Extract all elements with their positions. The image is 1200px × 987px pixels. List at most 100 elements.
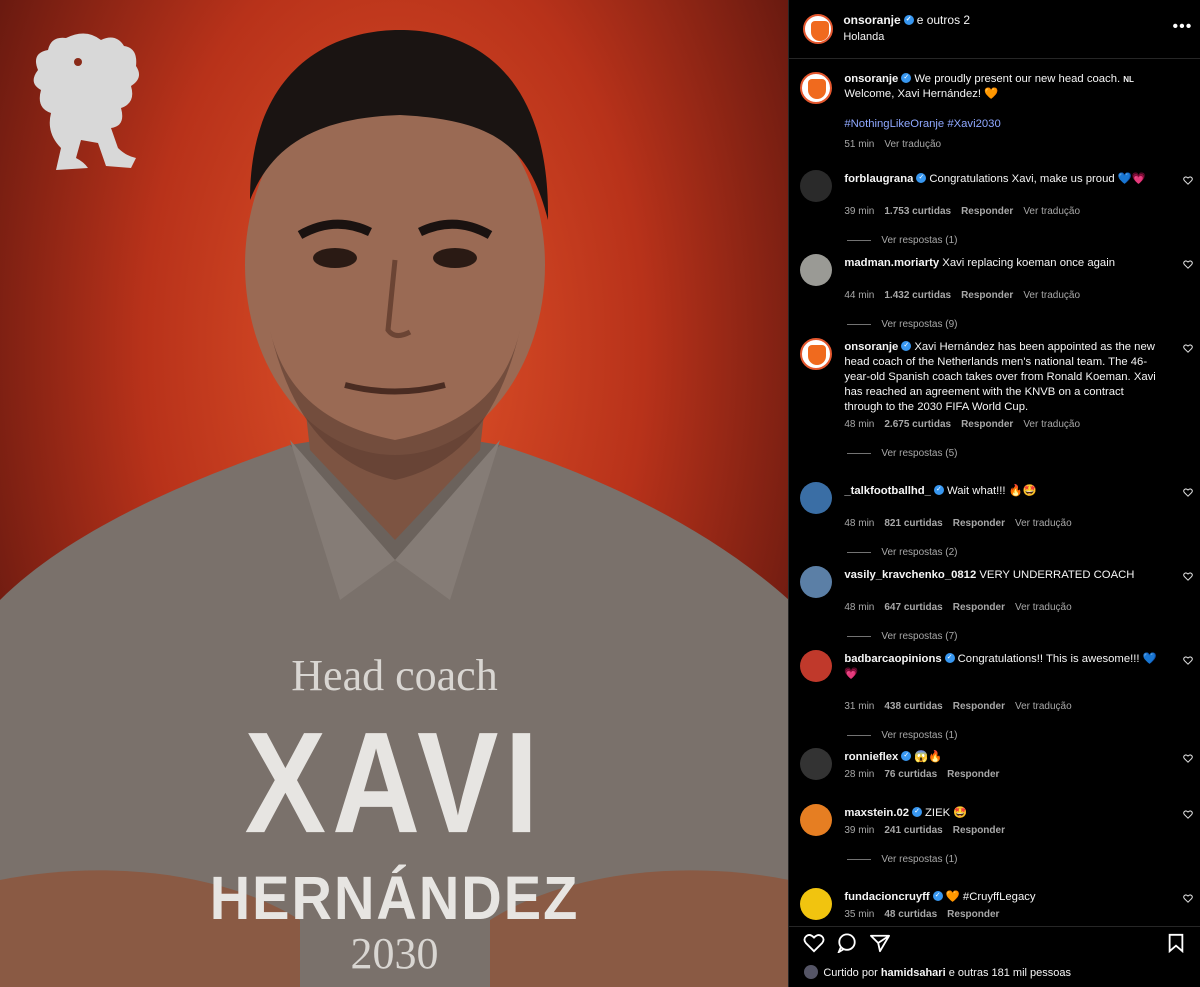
verified-icon: ✓ [944,653,955,664]
comment-text: maxstein.02 ✓ ZIEK 🤩 [844,807,968,819]
comment-time: 39 min [844,206,875,217]
translate-link[interactable]: Ver tradução [1015,602,1072,613]
comment-likes[interactable]: 2.675 curtidas [884,419,951,430]
view-replies-link[interactable]: Ver respostas (1) [847,854,957,865]
comment-username[interactable]: ronnieflex [844,751,898,763]
reply-button[interactable]: Responder [961,419,1013,430]
comment-username[interactable]: maxstein.02 [844,807,909,819]
translate-link[interactable]: Ver tradução [1015,701,1072,712]
like-comment-icon[interactable] [1183,810,1194,819]
comment-icon[interactable] [836,933,858,953]
avatar[interactable] [800,888,833,920]
like-comment-icon[interactable] [1183,572,1194,581]
comment-text: _talkfootballhd_ ✓ Wait what!!! 🔥🤩 [844,485,1037,497]
collaborators-link[interactable]: e outros 2 [917,13,970,27]
caption-hashtags[interactable]: #NothingLikeOranje #Xavi2030 [844,118,1000,130]
avatar[interactable] [800,566,833,598]
caption-text: onsoranje ✓ We proudly present our new hea… [844,73,1134,130]
comment-text: forblaugrana ✓ Congratulations Xavi, make … [844,173,1146,185]
comment-username[interactable]: _talkfootballhd_ [844,485,931,497]
comment-time: 28 min [844,769,875,780]
translate-link[interactable]: Ver tradução [1015,518,1072,529]
reply-button[interactable]: Responder [947,909,999,920]
avatar[interactable] [800,650,833,682]
view-replies-link[interactable]: Ver respostas (5) [847,448,957,459]
translate-link[interactable]: Ver tradução [884,139,941,150]
comment-likes[interactable]: 1.432 curtidas [884,290,951,301]
comment-likes[interactable]: 48 curtidas [884,909,937,920]
translate-link[interactable]: Ver tradução [1023,290,1080,301]
comment-text: fundacioncruyff ✓ 🧡 #CruyffLegacy [844,891,1036,903]
view-replies-link[interactable]: Ver respostas (7) [847,631,957,642]
location-link[interactable]: Holanda [843,31,884,43]
reply-button[interactable]: Responder [947,769,999,780]
comment-username[interactable]: madman.moriarty [844,257,939,269]
verified-icon: ✓ [933,485,944,496]
comment-meta: 31 min 438 curtidas Responder Ver tradução [844,701,1081,712]
likes-summary: Curtido por hamidsahari e outras 181 mil… [789,958,1200,987]
reply-button[interactable]: Responder [953,825,1005,836]
view-replies-link[interactable]: Ver respostas (9) [847,319,957,330]
comment-time: 39 min [844,825,875,836]
comment-time: 44 min [844,290,875,301]
comment-username[interactable]: vasily_kravchenko_0812 [844,569,976,581]
comment-likes[interactable]: 76 curtidas [884,769,937,780]
avatar[interactable] [800,170,833,202]
like-comment-icon[interactable] [1183,488,1194,497]
translate-link[interactable]: Ver tradução [1023,206,1080,217]
like-comment-icon[interactable] [1183,260,1194,269]
comment-likes[interactable]: 241 curtidas [884,825,942,836]
poster-year: 2030 [350,929,439,978]
comment-text: madman.moriarty Xavi replacing koeman on… [844,257,1115,269]
avatar[interactable] [800,748,833,780]
reply-button[interactable]: Responder [961,206,1013,217]
view-replies-link[interactable]: Ver respostas (1) [847,235,957,246]
more-options-icon[interactable]: ••• [1173,18,1193,36]
avatar[interactable] [800,72,833,104]
heart-icon[interactable] [803,933,825,953]
comment-likes[interactable]: 1.753 curtidas [884,206,951,217]
like-comment-icon[interactable] [1183,176,1194,185]
liker-username[interactable]: hamidsahari [881,967,946,979]
like-comment-icon[interactable] [1183,754,1194,763]
view-replies-link[interactable]: Ver respostas (1) [847,730,957,741]
like-comment-icon[interactable] [1183,894,1194,903]
avatar[interactable] [800,482,833,514]
like-comment-icon[interactable] [1183,344,1194,353]
reply-button[interactable]: Responder [953,602,1005,613]
likes-count-link[interactable]: e outras 181 mil pessoas [949,967,1071,979]
author-avatar[interactable] [803,14,834,44]
view-replies-link[interactable]: Ver respostas (2) [847,547,957,558]
reply-button[interactable]: Responder [953,701,1005,712]
comments-panel: onsoranje ✓ e outros 2 Holanda ••• onsoran… [788,0,1200,987]
bookmark-icon[interactable] [1167,933,1185,953]
post-header: onsoranje ✓ e outros 2 Holanda ••• [789,0,1200,59]
comment-meta: 39 min 241 curtidas Responder [844,825,1015,836]
comment-text: vasily_kravchenko_0812 VERY UNDERRATED C… [844,569,1135,581]
comment-username[interactable]: badbarcaopinions [844,653,941,665]
poster-subtitle: Head coach [291,651,498,700]
verified-icon: ✓ [901,341,912,352]
author-line: onsoranje ✓ e outros 2 [843,13,970,27]
comment-likes[interactable]: 821 curtidas [884,518,942,529]
comment-username[interactable]: onsoranje [844,341,898,353]
verified-icon: ✓ [903,14,914,25]
reply-button[interactable]: Responder [953,518,1005,529]
comment-likes[interactable]: 438 curtidas [884,701,942,712]
translate-link[interactable]: Ver tradução [1023,419,1080,430]
avatar[interactable] [800,254,833,286]
comment-meta: 39 min 1.753 curtidas Responder Ver traduçã… [844,206,1090,217]
post-image[interactable]: Head coach XAVI HERNÁNDEZ 2030 [0,0,789,987]
avatar[interactable] [800,804,833,836]
like-comment-icon[interactable] [1183,656,1194,665]
reply-button[interactable]: Responder [961,290,1013,301]
author-username[interactable]: onsoranje [843,13,900,27]
comment-time: 48 min [844,602,875,613]
share-icon[interactable] [869,933,891,953]
comment-text: onsoranje ✓ Xavi Hernández has been appoin… [844,341,1156,413]
comment-likes[interactable]: 647 curtidas [884,602,942,613]
comment-username[interactable]: forblaugrana [844,173,913,185]
comment-username[interactable]: fundacioncruyff [844,891,929,903]
avatar[interactable] [800,338,833,370]
caption-username[interactable]: onsoranje [844,73,898,85]
